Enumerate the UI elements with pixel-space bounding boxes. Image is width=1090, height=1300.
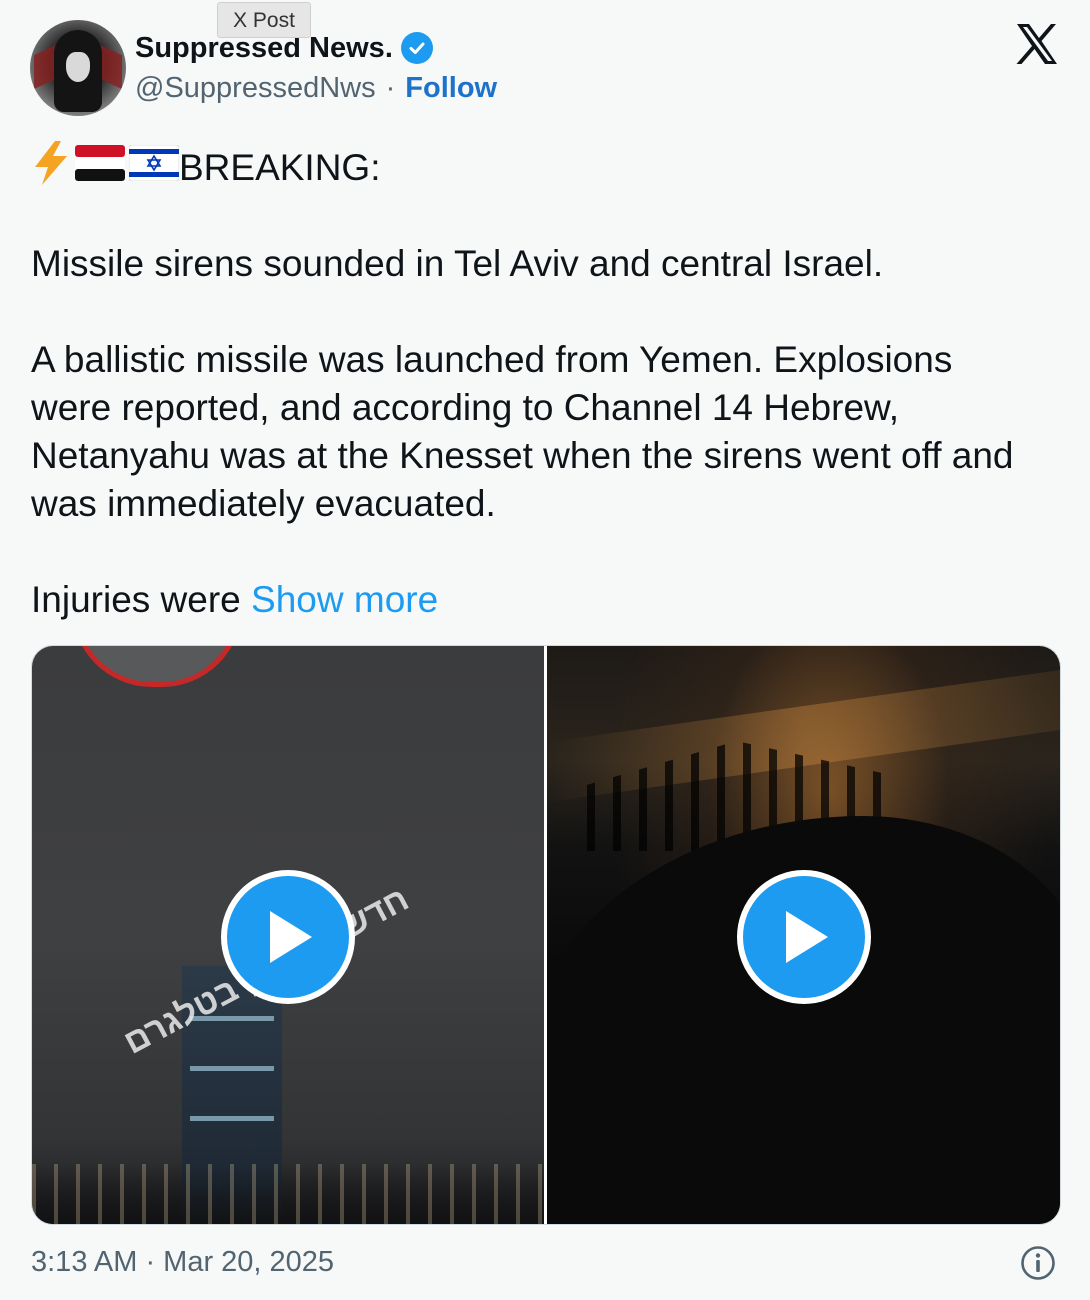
avatar-face <box>66 52 90 82</box>
tweet-paragraph-2: A ballistic missile was launched from Ye… <box>31 339 1014 524</box>
play-button[interactable] <box>736 870 871 1004</box>
media-grid: חדשות בזמן בטלגרם <box>31 645 1061 1225</box>
tooltip: X Post <box>217 2 311 38</box>
show-more-link[interactable]: Show more <box>251 579 438 620</box>
avatar-wing-right <box>100 44 122 90</box>
tweet-headline: BREAKING: <box>179 147 381 188</box>
checkmark-icon <box>409 42 425 54</box>
video-thumbnail-2[interactable] <box>546 646 1060 1224</box>
x-logo-icon[interactable] <box>1012 20 1060 68</box>
avatar-wing-left <box>34 44 56 90</box>
high-voltage-emoji-icon <box>35 141 67 185</box>
tower-light-band <box>190 1116 274 1121</box>
info-icon[interactable] <box>1020 1245 1056 1281</box>
city-lights <box>32 1164 544 1224</box>
israel-flag-icon <box>129 145 179 181</box>
tower-light-band <box>190 1066 274 1071</box>
flag-emojis <box>31 140 179 186</box>
play-icon <box>270 911 312 963</box>
play-icon <box>785 911 828 963</box>
tweet-paragraph-3-text: Injuries were <box>31 579 241 620</box>
tweet-body: BREAKING: Missile sirens sounded in Tel … <box>31 140 1031 624</box>
meta-separator: · <box>385 72 396 104</box>
verified-badge-icon <box>400 32 433 64</box>
tweet-paragraph-3: Injuries were Show more <box>31 576 1031 624</box>
author-handle[interactable]: @SuppressedNws <box>135 72 376 105</box>
sign-graphic <box>72 646 242 687</box>
follow-button[interactable]: Follow <box>405 72 497 105</box>
avatar[interactable] <box>30 20 126 116</box>
yemen-flag-icon <box>75 145 125 181</box>
play-button[interactable] <box>221 870 355 1004</box>
tweet-paragraph-1: Missile sirens sounded in Tel Aviv and c… <box>31 243 884 284</box>
tweet-headline-line: BREAKING: <box>31 140 1031 192</box>
video-thumbnail-1[interactable]: חדשות בזמן בטלגרם <box>32 646 544 1224</box>
post-timestamp[interactable]: 3:13 AM · Mar 20, 2025 <box>31 1246 334 1279</box>
author-meta-row: @SuppressedNws · Follow <box>135 72 497 105</box>
